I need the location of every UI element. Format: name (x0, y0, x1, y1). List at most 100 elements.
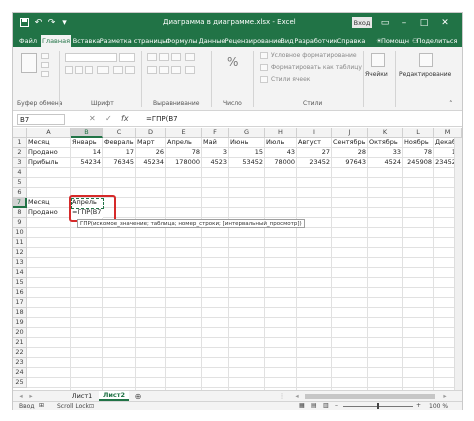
accessibility-icon[interactable]: ⊞ (39, 402, 44, 409)
tab-home[interactable]: Главная (41, 35, 71, 47)
fill-color-icon[interactable] (113, 66, 123, 74)
row-header[interactable]: 5 (13, 178, 27, 188)
align-center-icon[interactable] (159, 66, 169, 74)
table-cell[interactable]: Ноябрь (403, 138, 434, 148)
tab-help[interactable]: Справка (337, 35, 366, 47)
macro-record-icon[interactable]: ⊡ (89, 403, 94, 410)
row-header[interactable]: 16 (13, 288, 27, 298)
row-header[interactable]: 11 (13, 238, 27, 248)
percent-format-icon[interactable]: % (227, 55, 238, 69)
font-color-icon[interactable] (125, 66, 135, 74)
row-header[interactable]: 14 (13, 268, 27, 278)
hscroll-right-icon[interactable]: ▸ (441, 391, 449, 401)
share-button[interactable]: Поделиться (417, 35, 458, 47)
find-select-icon[interactable] (419, 53, 433, 67)
table-cell[interactable]: 27 (297, 148, 332, 158)
row-header[interactable]: 13 (13, 258, 27, 268)
zoom-in-icon[interactable]: + (416, 402, 421, 409)
normal-view-icon[interactable]: ▦ (299, 402, 305, 409)
tab-review[interactable]: Рецензирование (225, 35, 282, 47)
sheet-tab[interactable]: Лист1 (67, 391, 97, 401)
conditional-format-icon[interactable] (260, 52, 268, 59)
table-cell[interactable]: Май (202, 138, 229, 148)
align-middle-icon[interactable] (159, 53, 169, 61)
table-cell[interactable]: Прибыль (27, 158, 71, 168)
undo-icon[interactable]: ↶ (33, 17, 44, 28)
row-header[interactable]: 22 (13, 348, 27, 358)
borders-icon[interactable] (97, 66, 109, 74)
table-cell[interactable]: 76345 (103, 158, 136, 168)
table-cell[interactable]: 26 (136, 148, 166, 158)
cell-styles-button[interactable]: Стили ячеек (271, 76, 310, 83)
font-name-select[interactable] (65, 53, 117, 62)
add-sheet-icon[interactable]: ⊕ (133, 391, 143, 401)
row-header[interactable]: 23 (13, 358, 27, 368)
table-cell[interactable]: 33 (368, 148, 403, 158)
row-header[interactable]: 7 (13, 198, 27, 208)
column-header[interactable]: D (136, 128, 166, 138)
table-cell[interactable]: 4523 (202, 158, 229, 168)
cell-styles-icon[interactable] (260, 76, 268, 83)
column-header[interactable]: M (434, 128, 462, 138)
table-cell[interactable]: 78 (166, 148, 202, 158)
table-cell[interactable]: Январь (71, 138, 103, 148)
tell-me-button[interactable]: Помощн (381, 35, 409, 47)
table-cell[interactable]: Сентябрь (332, 138, 368, 148)
sheet-next-icon[interactable]: ▸ (27, 391, 35, 401)
align-bottom-icon[interactable] (171, 53, 181, 61)
table-cell[interactable]: Месяц (27, 198, 71, 208)
align-right-icon[interactable] (171, 66, 181, 74)
column-header[interactable]: L (403, 128, 434, 138)
format-painter-icon[interactable] (41, 71, 49, 77)
row-header[interactable]: 17 (13, 298, 27, 308)
page-layout-view-icon[interactable]: ▤ (311, 402, 317, 409)
login-button[interactable]: Вход (352, 17, 372, 28)
table-cell[interactable]: 178000 (166, 158, 202, 168)
tab-developer[interactable]: Разработчик (294, 35, 337, 47)
table-cell[interactable]: Июль (265, 138, 297, 148)
row-header[interactable]: 18 (13, 308, 27, 318)
zoom-level[interactable]: 100 % (429, 403, 448, 410)
conditional-format-button[interactable]: Условное форматирование (271, 52, 357, 59)
column-header[interactable]: K (368, 128, 403, 138)
row-header[interactable]: 21 (13, 338, 27, 348)
editing-button[interactable]: Редактирование (399, 71, 451, 78)
tab-file[interactable]: Файл (17, 35, 39, 47)
column-header[interactable]: I (297, 128, 332, 138)
cancel-entry-icon[interactable]: ✕ (89, 114, 96, 123)
table-cell[interactable]: Март (136, 138, 166, 148)
tab-page-layout[interactable]: Разметка страницы (100, 35, 168, 47)
table-cell[interactable]: 43 (265, 148, 297, 158)
row-header[interactable]: 8 (13, 208, 27, 218)
select-all-corner[interactable] (13, 128, 27, 138)
table-cell[interactable]: 23452 (297, 158, 332, 168)
insert-function-icon[interactable]: fx (121, 114, 129, 123)
font-size-select[interactable] (119, 53, 135, 62)
page-break-view-icon[interactable]: ▥ (323, 402, 329, 409)
wrap-text-icon[interactable] (185, 53, 195, 61)
column-header[interactable]: C (103, 128, 136, 138)
format-as-table-button[interactable]: Форматировать как таблицу (271, 64, 362, 71)
cut-icon[interactable] (41, 53, 49, 59)
collapse-ribbon-icon[interactable]: ˄ (449, 100, 453, 108)
minimize-icon[interactable]: – (396, 16, 412, 29)
table-cell[interactable]: 17 (103, 148, 136, 158)
column-header[interactable]: H (265, 128, 297, 138)
zoom-out-icon[interactable]: – (335, 402, 338, 409)
underline-icon[interactable] (85, 66, 93, 74)
table-cell[interactable]: 15 (229, 148, 265, 158)
close-icon[interactable]: ✕ (437, 16, 453, 29)
row-header[interactable]: 12 (13, 248, 27, 258)
tab-view[interactable]: Вид (279, 35, 295, 47)
name-box[interactable]: B7 (17, 114, 65, 125)
column-header[interactable]: B (71, 128, 103, 138)
column-header[interactable]: A (27, 128, 71, 138)
tab-formulas[interactable]: Формулы (166, 35, 198, 47)
italic-icon[interactable] (75, 66, 83, 74)
row-header[interactable]: 24 (13, 368, 27, 378)
table-cell[interactable]: 78 (403, 148, 434, 158)
table-cell[interactable]: 78000 (265, 158, 297, 168)
sheet-prev-icon[interactable]: ◂ (17, 391, 25, 401)
tab-data[interactable]: Данные (198, 35, 226, 47)
row-header[interactable]: 9 (13, 218, 27, 228)
